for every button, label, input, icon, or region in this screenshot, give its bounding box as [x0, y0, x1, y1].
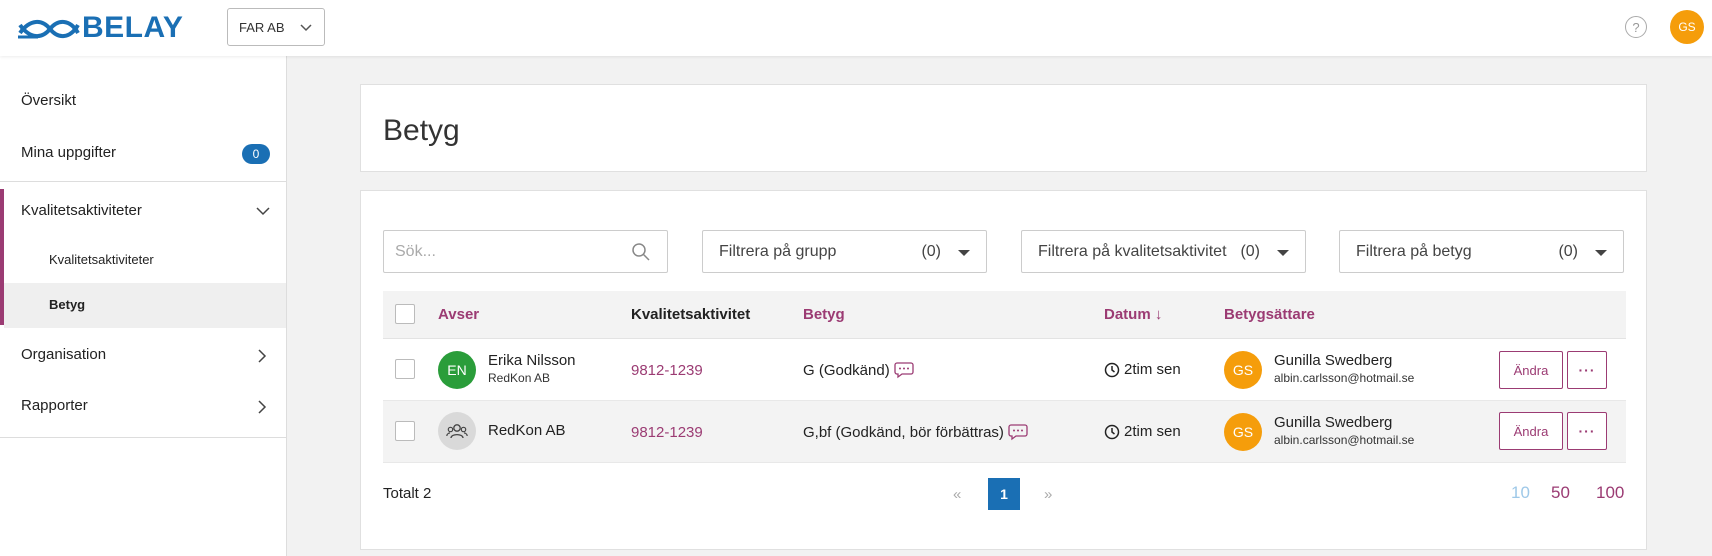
org-select-value: FAR AB: [239, 19, 285, 35]
clock-icon: [1104, 362, 1120, 377]
page-title: Betyg: [383, 114, 460, 147]
tasks-count-badge: 0: [242, 144, 270, 164]
help-glyph: ?: [1632, 19, 1640, 35]
activity-link[interactable]: 9812-1239: [631, 362, 703, 379]
rope-knot-icon: [18, 20, 80, 39]
subject-name: RedKon AB: [488, 422, 566, 439]
chevron-right-icon: [258, 400, 267, 414]
grade-value: G,bf (Godkänd, bör förbättras): [803, 423, 1028, 441]
sidebar-item-overview[interactable]: Översikt: [0, 56, 286, 109]
chevron-down-icon: [300, 24, 312, 32]
edit-button[interactable]: Ändra: [1499, 351, 1563, 389]
date-text: 2tim sen: [1124, 361, 1181, 378]
more-options-button[interactable]: ···: [1567, 351, 1607, 389]
grade-text: G,bf (Godkänd, bör förbättras): [803, 423, 1004, 441]
filter-count: (0): [921, 243, 941, 260]
comment-icon[interactable]: [1008, 423, 1028, 441]
top-bar: BELAY FAR AB ? GS: [0, 0, 1712, 56]
sidebar: Översikt Mina uppgifter 0 Kvalitetsaktiv…: [0, 56, 287, 556]
sidebar-item-reports[interactable]: Rapporter: [0, 380, 286, 432]
search-input[interactable]: [385, 232, 625, 271]
column-header-subject[interactable]: Avser: [438, 306, 479, 323]
sidebar-subitem-grades[interactable]: Betyg: [4, 283, 286, 328]
org-select[interactable]: FAR AB: [227, 8, 325, 46]
clock-icon: [1104, 424, 1120, 439]
grader-avatar: GS: [1224, 351, 1262, 389]
pager-page-1[interactable]: 1: [988, 478, 1020, 510]
pager-prev-button[interactable]: «: [953, 486, 961, 503]
grades-card: Filtrera på grupp (0) Filtrera på kvalit…: [360, 190, 1647, 550]
sidebar-subitem-label: Kvalitetsaktiviteter: [49, 252, 154, 267]
page-size-100[interactable]: 100: [1596, 483, 1624, 503]
filter-quality-activity[interactable]: Filtrera på kvalitetsaktivitet (0): [1021, 230, 1306, 273]
caret-down-icon: [1595, 250, 1607, 256]
belay-logo[interactable]: BELAY: [18, 11, 183, 45]
activity-link[interactable]: 9812-1239: [631, 424, 703, 441]
column-header-activity[interactable]: Kvalitetsaktivitet: [631, 306, 750, 323]
logo-text: BELAY: [82, 11, 184, 44]
column-header-date[interactable]: Datum ↓: [1104, 306, 1162, 323]
sidebar-item-label: Mina uppgifter: [21, 144, 117, 161]
select-all-checkbox[interactable]: [395, 304, 415, 324]
search-icon[interactable]: [631, 242, 651, 262]
help-icon[interactable]: ?: [1625, 16, 1647, 38]
row-checkbox[interactable]: [395, 359, 415, 379]
grader-email: albin.carlsson@hotmail.se: [1274, 433, 1415, 447]
date-value: 2tim sen: [1104, 361, 1181, 378]
table-row: RedKon AB 9812-1239 G,bf (Godkänd, bör f…: [383, 401, 1626, 463]
pager-next-button[interactable]: »: [1044, 486, 1052, 503]
sidebar-item-quality-activities[interactable]: Kvalitetsaktiviteter: [0, 182, 286, 238]
table-header: Avser Kvalitetsaktivitet Betyg Datum ↓ B…: [383, 291, 1626, 339]
caret-down-icon: [958, 250, 970, 256]
grader-avatar: GS: [1224, 413, 1262, 451]
column-header-grader[interactable]: Betygsättare: [1224, 306, 1315, 323]
filter-count: (0): [1558, 243, 1578, 260]
filter-label: Filtrera på betyg: [1356, 243, 1472, 260]
filter-grade[interactable]: Filtrera på betyg (0): [1339, 230, 1624, 273]
search-box: [383, 230, 668, 273]
group-avatar: [438, 412, 476, 450]
grade-value: G (Godkänd): [803, 361, 914, 379]
user-avatar[interactable]: GS: [1670, 10, 1704, 44]
sidebar-item-label: Organisation: [21, 346, 107, 363]
sidebar-divider: [0, 437, 286, 438]
grader-name: Gunilla Swedberg: [1274, 352, 1393, 369]
total-count: Totalt 2: [383, 485, 432, 502]
grader-email: albin.carlsson@hotmail.se: [1274, 371, 1415, 385]
caret-down-icon: [1277, 250, 1289, 256]
comment-icon[interactable]: [894, 361, 914, 379]
chevron-down-icon: [256, 207, 270, 216]
date-value: 2tim sen: [1104, 423, 1181, 440]
group-icon: [446, 424, 468, 439]
grades-table: Avser Kvalitetsaktivitet Betyg Datum ↓ B…: [383, 291, 1626, 463]
sidebar-item-organisation[interactable]: Organisation: [0, 328, 286, 380]
title-card: Betyg: [360, 84, 1647, 172]
edit-button[interactable]: Ändra: [1499, 412, 1563, 450]
filter-count: (0): [1240, 243, 1260, 260]
chevron-right-icon: [258, 349, 267, 363]
subject-org: RedKon AB: [488, 371, 551, 385]
table-row: EN Erika Nilsson RedKon AB 9812-1239 G (…: [383, 339, 1626, 401]
more-options-button[interactable]: ···: [1567, 412, 1607, 450]
sidebar-subitem-quality-activities[interactable]: Kvalitetsaktiviteter: [0, 238, 286, 283]
sidebar-item-label: Rapporter: [21, 397, 88, 414]
avatar: EN: [438, 351, 476, 389]
page-size-50[interactable]: 50: [1551, 483, 1570, 503]
column-header-grade[interactable]: Betyg: [803, 306, 845, 323]
filter-label: Filtrera på kvalitetsaktivitet: [1038, 243, 1227, 260]
row-checkbox[interactable]: [395, 421, 415, 441]
grade-text: G (Godkänd): [803, 361, 890, 379]
filter-group[interactable]: Filtrera på grupp (0): [702, 230, 987, 273]
sidebar-item-tasks[interactable]: Mina uppgifter 0: [0, 102, 286, 178]
sidebar-subitem-label: Betyg: [49, 297, 86, 312]
date-text: 2tim sen: [1124, 423, 1181, 440]
sidebar-item-label: Kvalitetsaktiviteter: [21, 202, 142, 219]
grader-name: Gunilla Swedberg: [1274, 414, 1393, 431]
filter-label: Filtrera på grupp: [719, 243, 837, 260]
subject-name: Erika Nilsson: [488, 352, 576, 369]
page-size-10[interactable]: 10: [1511, 483, 1530, 503]
